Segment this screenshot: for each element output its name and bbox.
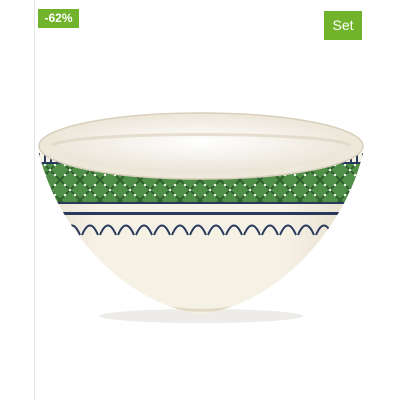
discount-text: -62% — [44, 11, 73, 25]
bowl-product-image[interactable] — [0, 0, 400, 400]
set-badge: Set — [324, 11, 362, 40]
set-text: Set — [332, 17, 354, 33]
discount-badge: -62% — [38, 9, 79, 28]
product-card[interactable]: -62% Set — [0, 0, 400, 400]
